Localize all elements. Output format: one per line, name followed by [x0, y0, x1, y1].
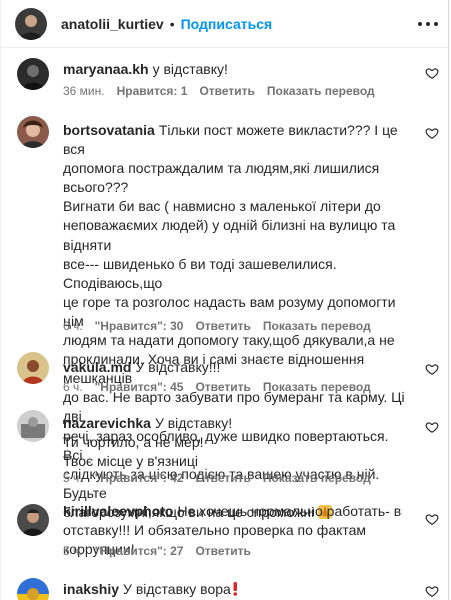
comment-text-line: все--- швиденько б ви тоді зашевелилися.…	[63, 255, 337, 291]
likes-count[interactable]: "Нравится": 45	[95, 380, 184, 394]
comment-text-line: Вигнати би вас ( навмисно з маленької лі…	[63, 198, 381, 215]
red-exclamation-icon	[231, 582, 239, 596]
comment-username[interactable]: maryanaa.kh	[63, 61, 149, 77]
author-username[interactable]: anatolii_kurtiev	[61, 16, 164, 32]
like-heart-icon[interactable]	[425, 584, 439, 598]
comment-username[interactable]: bortsovatania	[63, 122, 155, 138]
likes-count[interactable]: "Нравится": 42	[95, 471, 184, 485]
comment-text-line: Твоє місце у в'язниці	[63, 453, 198, 470]
comment-time[interactable]: 6 ч.	[63, 380, 83, 394]
comments-panel: anatolii_kurtiev • Подписаться maryanaa.…	[0, 0, 449, 600]
comment-meta: 6 ч. "Нравится": 30 Ответить Показать пе…	[63, 319, 371, 333]
follow-button[interactable]: Подписаться	[181, 16, 273, 32]
comment-text-line: Не хочешь нормально работать- в	[177, 503, 402, 519]
avatar[interactable]	[17, 410, 49, 442]
comment-text: у відставку!	[152, 61, 228, 77]
like-heart-icon[interactable]	[425, 512, 439, 526]
comment-username[interactable]: vakula.md	[63, 359, 131, 375]
show-translation-button[interactable]: Показать перевод	[263, 319, 371, 333]
comment-text-line: У відставку!	[154, 415, 233, 431]
comment-item: inakshiy У відставку вора	[1, 574, 448, 600]
comment-item: maryanaa.kh у відставку! 36 мин. Нравится…	[1, 54, 448, 98]
comment-meta: 5 ч. "Нравится": 27 Ответить	[63, 544, 251, 558]
comment-text-line: людям та надати допомогу таку,щоб дякува…	[63, 332, 395, 349]
likes-count[interactable]: "Нравится": 27	[95, 544, 184, 558]
comment-body: vakula.md У відставку!!!	[63, 358, 409, 377]
likes-count[interactable]: "Нравится": 30	[95, 319, 184, 333]
author-avatar[interactable]	[15, 7, 47, 40]
comment-time[interactable]: 6 ч.	[63, 319, 83, 333]
avatar[interactable]	[17, 116, 49, 148]
comment-item: bortsovatania Тільки пост можете викласти…	[1, 114, 448, 520]
comment-item: nazarevichka У відставку! Ти чортило, а н…	[1, 408, 448, 488]
reply-button[interactable]: Ответить	[195, 471, 250, 485]
comment-body: inakshiy У відставку вора	[63, 580, 409, 599]
header-separator: •	[169, 15, 175, 32]
comment-item: kirillvaleevphoto Не хочешь нормально раб…	[1, 498, 448, 562]
reply-button[interactable]: Ответить	[199, 84, 254, 98]
reply-button[interactable]: Ответить	[195, 380, 250, 394]
comment-username[interactable]: nazarevichka	[63, 415, 151, 431]
comment-meta: 6 ч. "Нравится": 45 Ответить Показать пе…	[63, 380, 371, 394]
comment-body: nazarevichka У відставку! Ти чортило, а н…	[63, 414, 409, 471]
like-heart-icon[interactable]	[425, 126, 439, 140]
comment-text-line: допомога постраждалим та людям,які лишил…	[63, 160, 380, 196]
comment-username[interactable]: kirillvaleevphoto	[63, 503, 173, 519]
comment-body: maryanaa.kh у відставку!	[63, 60, 409, 79]
comment-text-line: Ти чортило, а не мер!	[63, 434, 204, 451]
comment-meta: 36 мин. Нравится: 1 Ответить Показать пе…	[63, 84, 375, 98]
likes-count[interactable]: Нравится: 1	[117, 84, 188, 98]
comment-item: vakula.md У відставку!!! 6 ч. "Нравится":…	[1, 352, 448, 396]
show-translation-button[interactable]: Показать перевод	[267, 84, 375, 98]
comment-time[interactable]: 36 мин.	[63, 84, 105, 98]
show-translation-button[interactable]: Показать перевод	[263, 471, 371, 485]
comment-meta: 5 ч. "Нравится": 42 Ответить Показать пе…	[63, 471, 371, 485]
show-translation-button[interactable]: Показать перевод	[263, 380, 371, 394]
avatar[interactable]	[17, 58, 49, 90]
avatar[interactable]	[17, 352, 49, 384]
reply-button[interactable]: Ответить	[195, 319, 250, 333]
more-options-icon[interactable]	[416, 14, 440, 34]
reply-button[interactable]: Ответить	[195, 544, 250, 558]
comment-text-line: неповажаємих людей) у одній білизні на в…	[63, 217, 396, 253]
comment-time[interactable]: 5 ч.	[63, 544, 83, 558]
avatar[interactable]	[17, 504, 49, 536]
comment-text: У відставку!!!	[135, 359, 221, 375]
comment-time[interactable]: 5 ч.	[63, 471, 83, 485]
comment-text: У відставку вора	[123, 581, 231, 597]
post-header: anatolii_kurtiev • Подписаться	[1, 0, 448, 48]
like-heart-icon[interactable]	[425, 66, 439, 80]
like-heart-icon[interactable]	[425, 420, 439, 434]
comment-username[interactable]: inakshiy	[63, 581, 119, 597]
avatar[interactable]	[17, 578, 49, 600]
like-heart-icon[interactable]	[425, 362, 439, 376]
